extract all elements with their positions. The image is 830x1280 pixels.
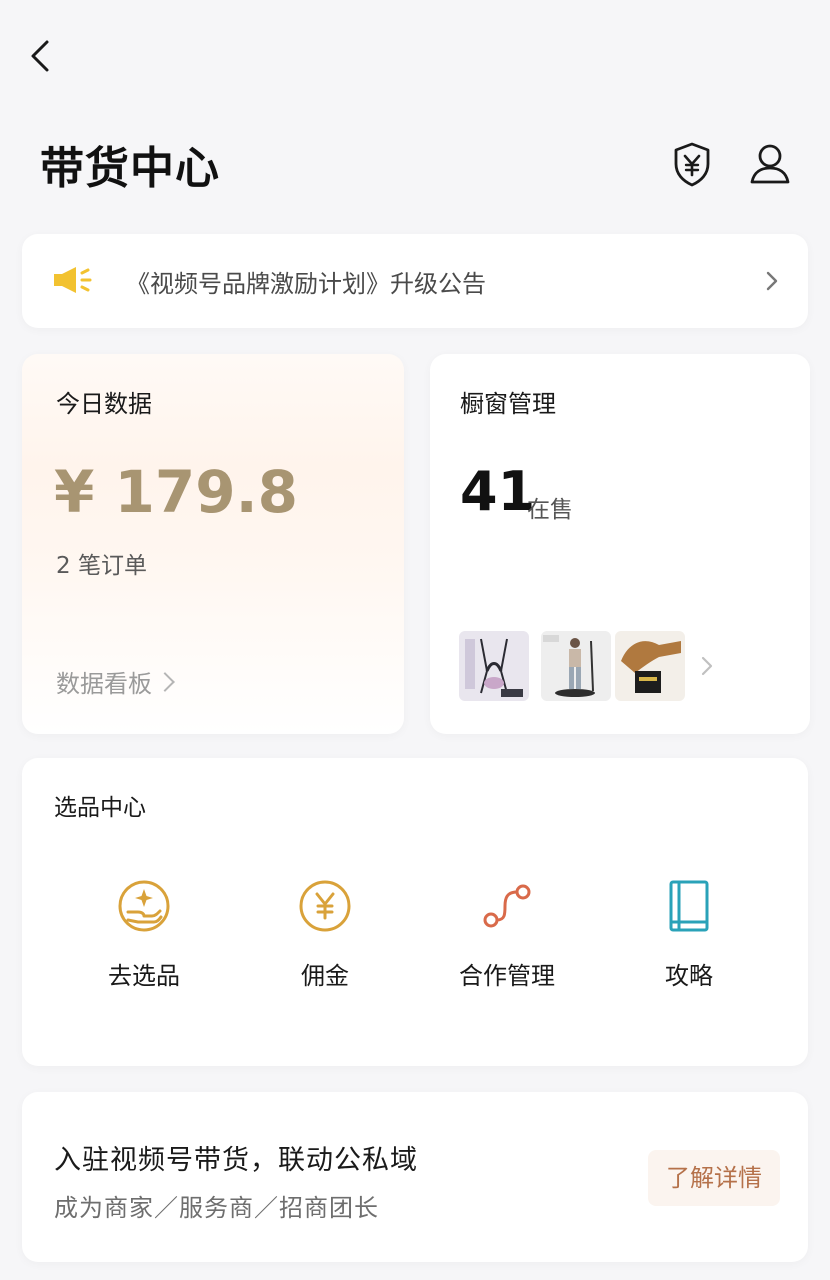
page-title: 带货中心 [40, 143, 220, 194]
yen-coin-icon [299, 880, 351, 932]
cooperation-management-label: 合作管理 [459, 962, 555, 990]
today-sales-amount: ¥ 179.8 [54, 458, 299, 526]
product-thumbnail[interactable] [615, 631, 685, 701]
select-products-label: 去选品 [108, 962, 180, 990]
promo-title: 入驻视频号带货，联动公私域 [54, 1145, 418, 1176]
profile-button[interactable] [748, 140, 792, 188]
select-products-button[interactable]: 去选品 [64, 876, 224, 996]
shield-yen-icon [674, 142, 710, 187]
promo-subtitle: 成为商家／服务商／招商团长 [54, 1194, 379, 1222]
commission-button[interactable]: 佣金 [245, 876, 405, 996]
commission-label: 佣金 [301, 962, 349, 990]
back-button[interactable] [22, 36, 62, 76]
today-data-title: 今日数据 [56, 390, 152, 418]
product-thumbnail[interactable] [459, 631, 529, 701]
product-image [615, 631, 685, 701]
data-dashboard-link[interactable]: 数据看板 [56, 664, 175, 699]
book-icon [669, 880, 709, 932]
chevron-left-icon [31, 40, 49, 72]
chevron-right-icon [697, 656, 717, 676]
chevron-right-icon [762, 270, 782, 292]
megaphone-icon [52, 264, 94, 296]
on-sale-label: 在售 [527, 497, 573, 523]
cooperation-management-button[interactable]: 合作管理 [427, 876, 587, 996]
product-image [541, 631, 611, 701]
on-sale-count: 41 [460, 460, 536, 523]
chevron-right-icon [155, 672, 175, 692]
user-icon [750, 144, 790, 184]
guide-button[interactable]: 攻略 [609, 876, 769, 996]
product-thumbnail[interactable] [541, 631, 611, 701]
guide-label: 攻略 [665, 962, 713, 990]
today-order-count: 2 笔订单 [56, 553, 147, 579]
connection-icon [483, 884, 531, 928]
showcase-title: 橱窗管理 [460, 390, 556, 418]
data-dashboard-label: 数据看板 [56, 670, 152, 698]
security-button[interactable] [670, 140, 714, 188]
announcement-text: 《视频号品牌激励计划》升级公告 [126, 270, 486, 298]
product-image [459, 631, 529, 701]
hand-star-icon [118, 880, 170, 932]
selection-center-title: 选品中心 [54, 795, 146, 821]
learn-more-button[interactable]: 了解详情 [648, 1150, 780, 1206]
